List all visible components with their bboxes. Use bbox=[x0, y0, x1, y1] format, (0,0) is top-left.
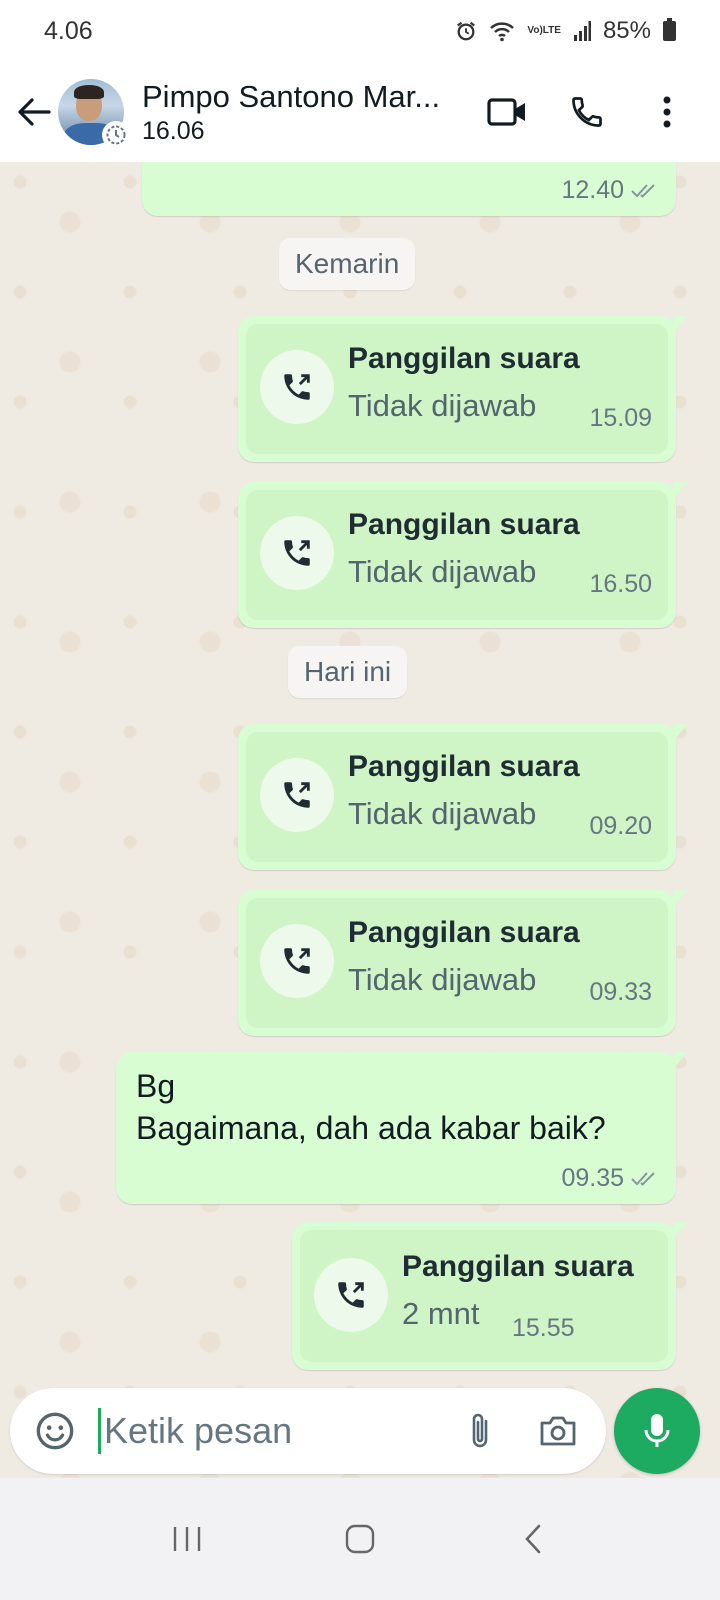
camera-icon bbox=[540, 1416, 576, 1446]
emoji-button[interactable] bbox=[30, 1406, 80, 1456]
chevron-left-icon bbox=[525, 1524, 541, 1554]
message-list[interactable]: 12.40 Kemarin Panggilan suara Tidak dija… bbox=[0, 162, 720, 1508]
outgoing-call-icon bbox=[284, 374, 310, 400]
call-message[interactable]: Panggilan suara Tidak dijawab 15.09 bbox=[238, 316, 688, 462]
message-time: 09.33 bbox=[589, 978, 652, 1006]
message-line: Bg bbox=[136, 1068, 176, 1104]
wifi-icon bbox=[489, 20, 515, 42]
status-bar: 4.06 Vo) LTE 85% bbox=[0, 0, 720, 62]
read-receipt-icon bbox=[631, 183, 655, 198]
contact-name: Pimpo Santono Mar... bbox=[142, 78, 441, 114]
call-icon-wrap bbox=[314, 1258, 388, 1332]
call-icon-wrap bbox=[260, 350, 334, 424]
call-title: Panggilan suara bbox=[348, 916, 580, 949]
chat-header: Pimpo Santono Mar... 16.06 bbox=[0, 62, 720, 162]
call-icon-wrap bbox=[260, 924, 334, 998]
contact-status: 16.06 bbox=[142, 116, 205, 145]
microphone-icon bbox=[644, 1414, 670, 1447]
disappearing-timer-icon bbox=[102, 121, 130, 149]
date-separator: Hari ini bbox=[288, 646, 408, 698]
more-vertical-icon bbox=[663, 96, 671, 128]
call-title: Panggilan suara bbox=[348, 342, 580, 375]
smiley-icon bbox=[36, 1412, 74, 1450]
phone-icon bbox=[572, 97, 602, 127]
home-button[interactable] bbox=[320, 1509, 400, 1569]
read-receipt-icon bbox=[631, 1171, 655, 1186]
message-time: 16.50 bbox=[589, 570, 652, 598]
status-icons: Vo) LTE 85% bbox=[455, 17, 676, 45]
contact-avatar[interactable] bbox=[58, 79, 130, 149]
battery-icon bbox=[663, 18, 676, 41]
header-actions bbox=[482, 87, 692, 137]
message-time: 15.55 bbox=[512, 1314, 575, 1342]
call-title: Panggilan suara bbox=[402, 1250, 634, 1283]
camera-button[interactable] bbox=[530, 1404, 586, 1458]
signal-icon bbox=[573, 21, 591, 41]
home-icon bbox=[345, 1524, 375, 1554]
outgoing-call-icon bbox=[284, 782, 310, 808]
battery-percent: 85% bbox=[602, 17, 651, 44]
system-back-button[interactable] bbox=[493, 1509, 573, 1569]
video-call-button[interactable] bbox=[482, 87, 532, 137]
call-status: Tidak dijawab bbox=[348, 388, 537, 423]
outgoing-call-icon bbox=[338, 1282, 364, 1308]
outgoing-call-icon bbox=[284, 948, 310, 974]
alarm-icon bbox=[455, 20, 477, 42]
status-time: 4.06 bbox=[44, 16, 93, 45]
call-icon-wrap bbox=[260, 516, 334, 590]
more-options-button[interactable] bbox=[642, 87, 692, 137]
message-time: 12.40 bbox=[561, 176, 624, 204]
date-separator: Kemarin bbox=[279, 238, 416, 290]
call-duration: 2 mnt bbox=[402, 1296, 480, 1331]
message-line: Bagaimana, dah ada kabar baik? bbox=[136, 1110, 606, 1146]
message-composer bbox=[10, 1388, 606, 1474]
lte-label: LTE bbox=[542, 25, 561, 36]
contact-info[interactable]: Pimpo Santono Mar... 16.06 bbox=[142, 79, 482, 146]
video-camera-icon bbox=[487, 98, 525, 126]
text-message[interactable]: Bg Bagaimana, dah ada kabar baik? 09.35 bbox=[116, 1052, 688, 1204]
call-status: Tidak dijawab bbox=[348, 554, 537, 589]
attach-button[interactable] bbox=[454, 1404, 506, 1458]
call-message[interactable]: Panggilan suara Tidak dijawab 16.50 bbox=[238, 482, 688, 628]
text-cursor bbox=[98, 1408, 101, 1454]
recent-apps-icon bbox=[173, 1527, 200, 1551]
call-status: Tidak dijawab bbox=[348, 796, 537, 831]
call-message[interactable]: Panggilan suara Tidak dijawab 09.33 bbox=[238, 890, 688, 1036]
volte-label: Vo) bbox=[527, 25, 543, 36]
message-time: 09.20 bbox=[589, 812, 652, 840]
message-bubble[interactable]: 12.40 bbox=[142, 162, 676, 216]
arrow-left-icon bbox=[18, 98, 51, 126]
outgoing-call-icon bbox=[284, 540, 310, 566]
message-input[interactable] bbox=[104, 1404, 444, 1458]
call-message[interactable]: Panggilan suara Tidak dijawab 09.20 bbox=[238, 724, 688, 870]
back-button[interactable] bbox=[4, 82, 64, 142]
message-meta: 12.40 bbox=[561, 176, 660, 205]
call-icon-wrap bbox=[260, 758, 334, 832]
call-message[interactable]: Panggilan suara 2 mnt 15.55 bbox=[292, 1222, 688, 1370]
voice-note-button[interactable] bbox=[614, 1388, 700, 1474]
system-navigation-bar bbox=[0, 1478, 720, 1600]
call-title: Panggilan suara bbox=[348, 750, 580, 783]
paperclip-icon bbox=[472, 1413, 488, 1448]
message-meta: 09.35 bbox=[561, 1164, 660, 1193]
message-time: 15.09 bbox=[589, 404, 652, 432]
voice-call-button[interactable] bbox=[562, 87, 612, 137]
call-status: Tidak dijawab bbox=[348, 962, 537, 997]
recent-apps-button[interactable] bbox=[147, 1509, 227, 1569]
call-title: Panggilan suara bbox=[348, 508, 580, 541]
volte-icon: Vo) LTE bbox=[527, 26, 561, 36]
message-time: 09.35 bbox=[561, 1164, 624, 1192]
